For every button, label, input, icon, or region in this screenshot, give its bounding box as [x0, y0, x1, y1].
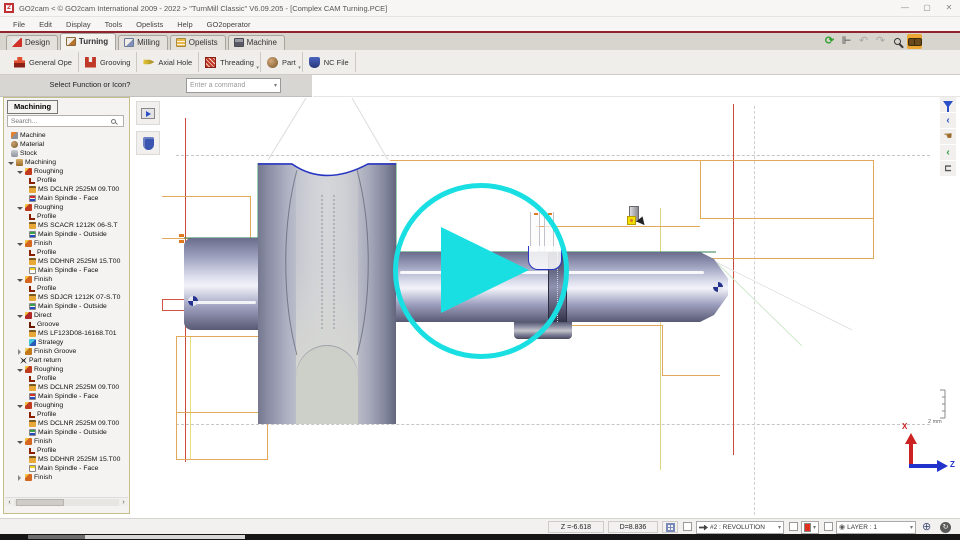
globe-view-button[interactable]: ⊕ [922, 521, 931, 533]
grab-button[interactable]: ☚ [940, 129, 956, 144]
reference-sphere-marker [188, 296, 198, 306]
scale-label: 2 mm [928, 419, 942, 425]
color-picker-button[interactable]: ▾ [801, 521, 819, 534]
help-button[interactable]: ↻ [940, 522, 951, 533]
clamp-button[interactable]: ⊏ [940, 161, 956, 176]
play-overlay-button[interactable] [441, 227, 529, 313]
spindle-checkbox[interactable] [683, 522, 692, 531]
collapse-green-button[interactable]: ‹ [940, 145, 956, 160]
taskbar-segment [85, 535, 245, 539]
hand-icon: ☚ [944, 132, 953, 142]
axis-z-shaft [909, 464, 939, 468]
axis-z-arrowhead [937, 460, 948, 472]
filter-button[interactable] [940, 97, 956, 112]
grid-toggle-button[interactable] [662, 521, 678, 533]
color-swatch [804, 523, 811, 532]
filter-icon [943, 101, 953, 108]
z-coordinate-readout: Z =-6.618 [548, 521, 604, 533]
chevron-down-icon: ▾ [778, 524, 781, 531]
spindle-icon [699, 525, 708, 531]
collapse-panel-button[interactable]: ‹ [940, 113, 956, 128]
layer-checkbox[interactable] [824, 522, 833, 531]
layer-visibility-icon: ◉ [839, 524, 845, 531]
axis-x-label: X [902, 422, 907, 431]
chevron-left-blue-icon: ‹ [946, 116, 949, 126]
chevron-left-green-icon: ‹ [946, 148, 949, 158]
tool-insert-icon [627, 216, 636, 225]
taskbar-segment [28, 535, 85, 539]
color-checkbox[interactable] [789, 522, 798, 531]
clamp-icon: ⊏ [944, 164, 952, 173]
window-bottom-edge [0, 534, 960, 540]
reference-sphere-marker [713, 282, 723, 292]
axis-z-label: Z [950, 460, 955, 469]
diameter-readout: D=8.836 [608, 521, 658, 533]
status-bar: Z =-6.618 D=8.836 #2 : REVOLUTION ▾ ▾ ◉ … [0, 518, 960, 534]
grid-icon [666, 523, 675, 532]
chevron-down-icon: ▾ [813, 524, 816, 531]
view-side-toolbar: ‹ ☚ ‹ ⊏ [940, 97, 956, 177]
chevron-down-icon: ▾ [910, 524, 913, 531]
spindle-select[interactable]: #2 : REVOLUTION ▾ [696, 521, 784, 534]
layer-select[interactable]: ◉ LAYER : 1 ▾ [836, 521, 916, 534]
